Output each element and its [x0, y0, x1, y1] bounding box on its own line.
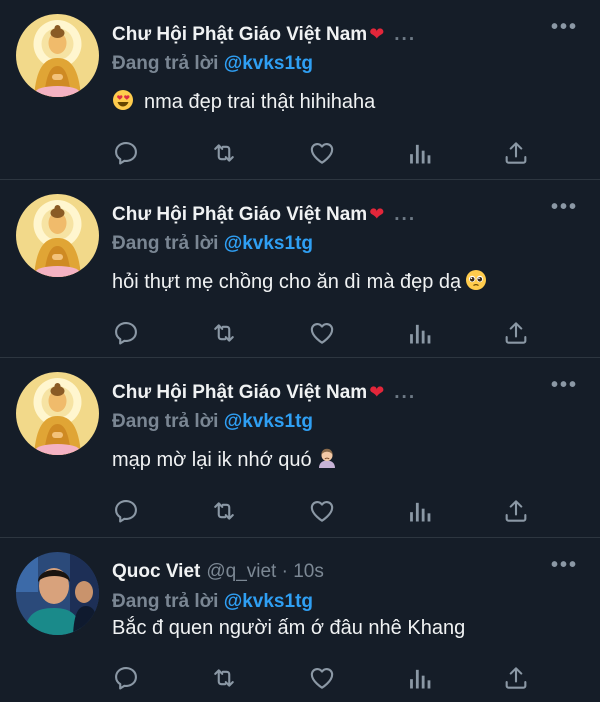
mention-link[interactable]: @kvks1tg [224, 591, 313, 612]
share-icon[interactable] [502, 139, 530, 167]
reply-prefix: Đang trả lời [112, 53, 219, 74]
mention-link[interactable]: @kvks1tg [224, 411, 313, 432]
reply-icon[interactable] [112, 319, 140, 347]
reply-prefix: Đang trả lời [112, 233, 219, 254]
display-name[interactable]: Chư Hội Phật Giáo Việt Nam [112, 24, 367, 45]
avatar[interactable] [16, 14, 99, 97]
display-name[interactable]: Chư Hội Phật Giáo Việt Nam [112, 382, 367, 403]
pleading-face-emoji [466, 270, 487, 290]
red-heart-icon: ❤ [369, 382, 385, 402]
buddha-avatar-image [16, 372, 99, 455]
tweet-text: mạp mờ lại ik nhớ quó [112, 446, 338, 474]
reply-prefix: Đang trả lời [112, 591, 219, 612]
heart-eyes-emoji [113, 90, 133, 110]
mention-link[interactable]: @kvks1tg [224, 233, 313, 254]
truncation-ellipsis: ... [394, 204, 417, 225]
tweet-actions [112, 139, 542, 167]
reply-icon[interactable] [112, 139, 140, 167]
tweet-text: nma đẹp trai thật hihihaha [112, 88, 375, 116]
display-name[interactable]: Chư Hội Phật Giáo Việt Nam [112, 204, 367, 225]
tweet-text: hỏi thựt mẹ chồng cho ăn dì mà đẹp dạ [112, 268, 487, 296]
tweet-text: Bắc đ quen người ấm ớ đâu nhê Khang [112, 614, 465, 642]
truncation-ellipsis: ... [394, 24, 417, 45]
display-name[interactable]: Quoc Viet [112, 561, 200, 582]
more-options-button[interactable]: ••• [551, 554, 578, 577]
tweet-header: Chư Hội Phật Giáo Việt Nam ❤... [112, 200, 550, 230]
retweet-icon[interactable] [210, 139, 238, 167]
buddha-avatar-image [16, 194, 99, 277]
replying-to: Đang trả lời @kvks1tg [112, 588, 313, 616]
tweet-2[interactable]: Chư Hội Phật Giáo Việt Nam ❤... ••• Đang … [0, 180, 600, 358]
more-options-button[interactable]: ••• [551, 196, 578, 219]
avatar[interactable] [16, 372, 99, 455]
truncation-ellipsis: ... [394, 382, 417, 403]
more-options-button[interactable]: ••• [551, 16, 578, 39]
mention-link[interactable]: @kvks1tg [224, 53, 313, 74]
handle-and-time: @q_viet · 10s [206, 561, 324, 582]
like-icon[interactable] [308, 497, 336, 525]
person-photo-avatar-image [16, 552, 99, 635]
reply-icon[interactable] [112, 664, 140, 692]
share-icon[interactable] [502, 664, 530, 692]
tweet-actions [112, 664, 542, 692]
retweet-icon[interactable] [210, 664, 238, 692]
like-icon[interactable] [308, 319, 336, 347]
tweet-1[interactable]: Chư Hội Phật Giáo Việt Nam ❤... ••• Đang … [0, 0, 600, 180]
buddha-avatar-image [16, 14, 99, 97]
retweet-icon[interactable] [210, 497, 238, 525]
like-icon[interactable] [308, 664, 336, 692]
reply-icon[interactable] [112, 497, 140, 525]
analytics-icon[interactable] [406, 319, 434, 347]
replying-to: Đang trả lời @kvks1tg [112, 50, 313, 78]
tweet-actions [112, 497, 542, 525]
tweet-4[interactable]: Quoc Viet @q_viet · 10s ••• Đang trả lời … [0, 538, 600, 702]
avatar[interactable] [16, 194, 99, 277]
analytics-icon[interactable] [406, 664, 434, 692]
avatar[interactable] [16, 552, 99, 635]
analytics-icon[interactable] [406, 497, 434, 525]
tweet-header: Chư Hội Phật Giáo Việt Nam ❤... [112, 20, 550, 50]
tweet-actions [112, 319, 542, 347]
more-options-button[interactable]: ••• [551, 374, 578, 397]
tweet-header: Chư Hội Phật Giáo Việt Nam ❤... [112, 378, 550, 408]
tweet-text-content: hỏi thựt mẹ chồng cho ăn dì mà đẹp dạ [112, 271, 462, 293]
reply-prefix: Đang trả lời [112, 411, 219, 432]
tweet-text-content: Bắc đ quen người ấm ớ đâu nhê Khang [112, 617, 466, 639]
tweet-text-content: mạp mờ lại ik nhớ quó [112, 449, 312, 471]
replying-to: Đang trả lời @kvks1tg [112, 230, 313, 258]
tweet-text-content: nma đẹp trai thật hihihaha [144, 91, 376, 113]
person-frowning-emoji [318, 448, 335, 468]
tweet-3[interactable]: Chư Hội Phật Giáo Việt Nam ❤... ••• Đang … [0, 358, 600, 538]
like-icon[interactable] [308, 139, 336, 167]
tweet-header: Quoc Viet @q_viet · 10s [112, 558, 550, 588]
share-icon[interactable] [502, 497, 530, 525]
replying-to: Đang trả lời @kvks1tg [112, 408, 313, 436]
share-icon[interactable] [502, 319, 530, 347]
analytics-icon[interactable] [406, 139, 434, 167]
retweet-icon[interactable] [210, 319, 238, 347]
red-heart-icon: ❤ [369, 24, 385, 44]
red-heart-icon: ❤ [369, 204, 385, 224]
